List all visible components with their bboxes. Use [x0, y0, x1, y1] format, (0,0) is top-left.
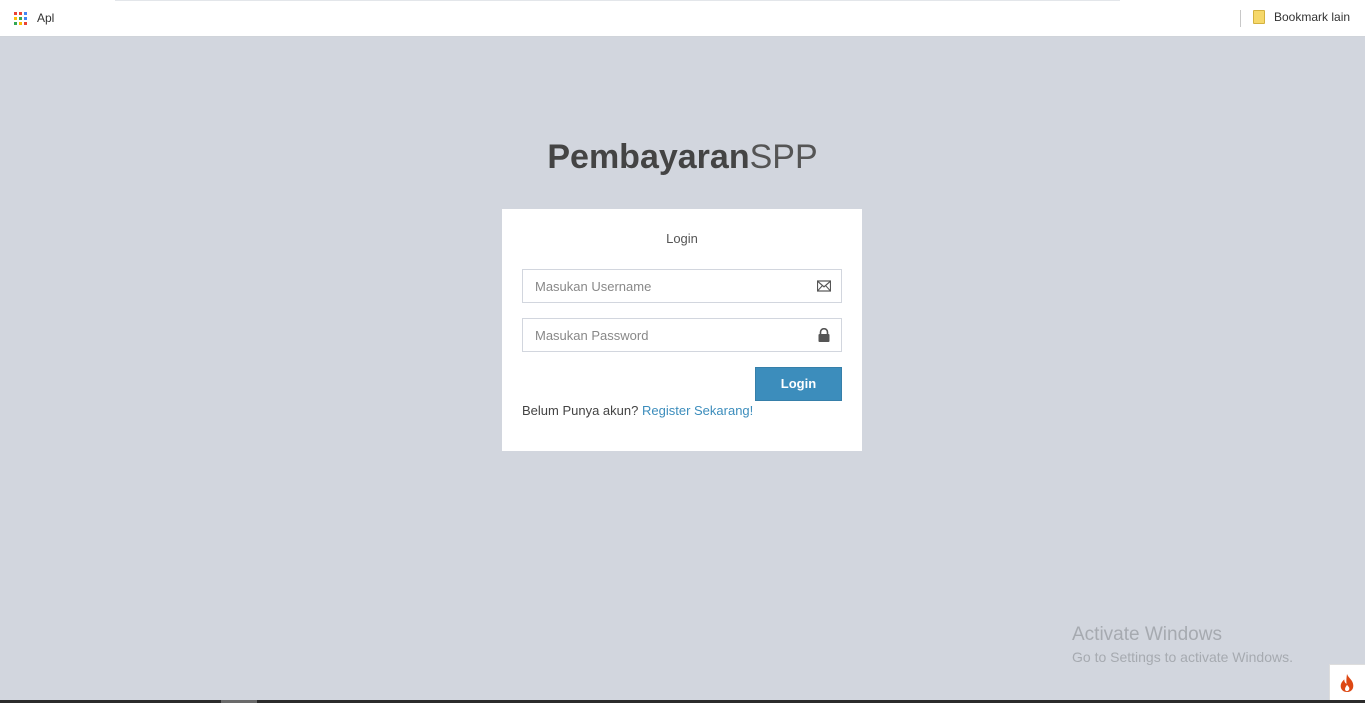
apps-shortcut[interactable]: Apl — [14, 11, 54, 25]
register-link[interactable]: Register Sekarang! — [642, 403, 753, 418]
register-line: Belum Punya akun? Register Sekarang! — [522, 403, 753, 418]
register-prompt: Belum Punya akun? — [522, 403, 639, 418]
apps-grid-icon — [14, 11, 27, 25]
username-input[interactable] — [523, 270, 805, 302]
bookmarks-bar: Apl Bookmark lain — [0, 0, 1365, 37]
apps-label: Apl — [37, 11, 55, 25]
login-button[interactable]: Login — [755, 367, 842, 401]
brand-bold: Pembayaran — [547, 138, 750, 176]
codeigniter-profiler-button[interactable] — [1329, 664, 1365, 701]
bookmarks-separator — [1240, 10, 1241, 27]
activate-windows-title: Activate Windows — [1072, 624, 1222, 645]
flame-icon — [1340, 674, 1354, 692]
activate-windows-watermark: Activate Windows Go to Settings to activ… — [1072, 624, 1293, 665]
other-bookmarks-label: Bookmark lain — [1274, 10, 1351, 24]
brand-light: SPP — [749, 138, 818, 176]
folder-icon — [1253, 10, 1265, 24]
password-field[interactable] — [522, 318, 842, 352]
page-title: PembayaranSPP — [0, 138, 1365, 177]
password-input[interactable] — [523, 319, 805, 351]
login-box-message: Login — [666, 231, 698, 246]
other-bookmarks-folder[interactable]: Bookmark lain — [1253, 10, 1350, 24]
username-field[interactable] — [522, 269, 842, 303]
envelope-icon — [817, 280, 831, 292]
lock-icon — [818, 328, 830, 342]
login-box: Login Login Belum Punya akun? Register S… — [502, 209, 862, 451]
tab-strip-edge — [115, 0, 1120, 1]
activate-windows-subtitle: Go to Settings to activate Windows. — [1072, 649, 1293, 665]
